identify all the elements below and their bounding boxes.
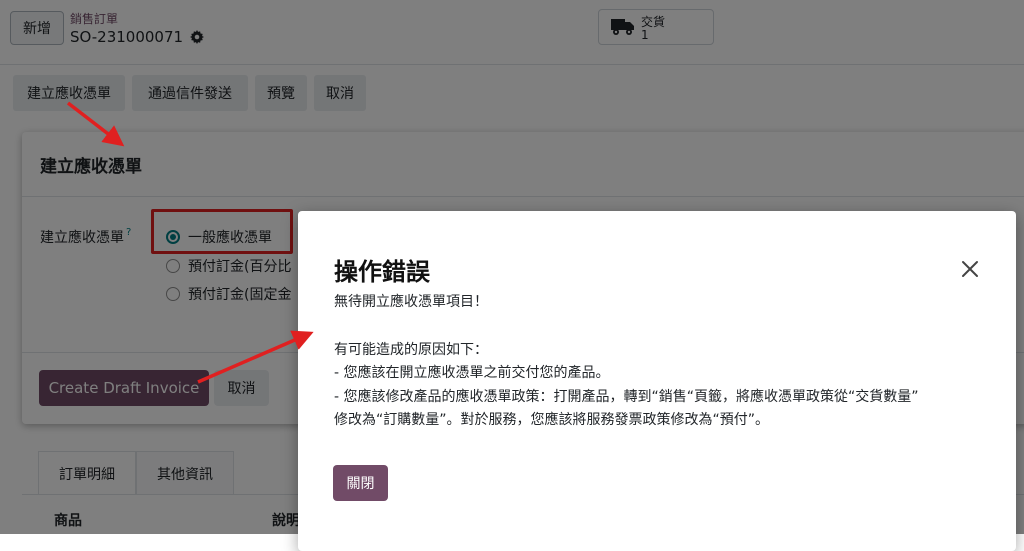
arrow-annotation xyxy=(66,101,314,384)
